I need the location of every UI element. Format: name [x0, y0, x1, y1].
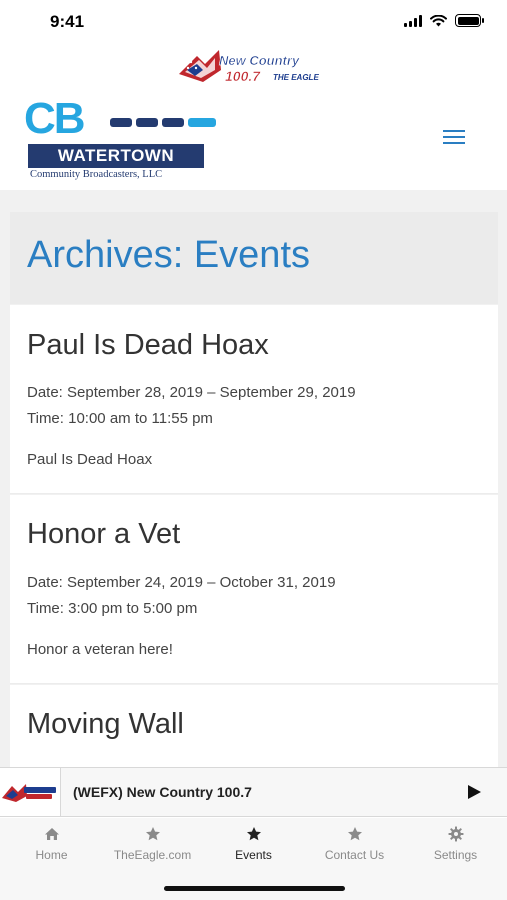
- home-indicator[interactable]: [164, 886, 345, 891]
- cellular-signal-icon: [404, 14, 422, 27]
- brand-mark: CB: [24, 94, 86, 143]
- tab-label: Contact Us: [324, 848, 385, 862]
- station-logo-line3: THE EAGLE: [273, 73, 319, 82]
- station-logo-line1: New Country: [219, 53, 300, 68]
- brand-name: WATERTOWN: [28, 144, 204, 168]
- play-icon[interactable]: [465, 782, 483, 802]
- status-icons: [404, 14, 484, 27]
- event-title[interactable]: Paul Is Dead Hoax: [27, 329, 269, 362]
- player-station-title: (WEFX) New Country 100.7: [73, 784, 252, 800]
- battery-icon: [455, 14, 484, 27]
- event-title[interactable]: Honor a Vet: [27, 518, 180, 551]
- brand-bars-icon: [110, 118, 216, 127]
- tab-label: Home: [35, 848, 68, 862]
- tab-settings[interactable]: Settings: [405, 826, 506, 862]
- event-title[interactable]: Moving Wall: [27, 708, 184, 741]
- event-date: Date: September 24, 2019 – October 31, 2…: [27, 574, 336, 591]
- event-card: Moving Wall: [10, 685, 498, 768]
- brand-tagline: Community Broadcasters, LLC: [30, 169, 163, 180]
- gear-icon: [448, 826, 463, 842]
- event-card: Paul Is Dead Hoax Date: September 28, 20…: [10, 305, 498, 494]
- player-station-thumbnail[interactable]: [0, 768, 61, 816]
- wifi-icon: [430, 14, 447, 26]
- event-time: Time: 3:00 pm to 5:00 pm: [27, 600, 198, 617]
- archive-header: Archives: Events: [10, 212, 498, 304]
- event-card: Honor a Vet Date: September 24, 2019 – O…: [10, 495, 498, 684]
- home-icon: [44, 828, 59, 840]
- station-logo[interactable]: New Country 100.7 THE EAGLE: [175, 44, 335, 88]
- eagle-flag-logo-icon: [2, 784, 56, 802]
- tab-label: TheEagle.com: [113, 848, 192, 862]
- site-header: CB WATERTOWN Community Broadcasters, LLC: [0, 94, 507, 188]
- event-description: Paul Is Dead Hoax: [27, 451, 153, 468]
- status-bar: 9:41: [0, 0, 507, 44]
- star-icon: [145, 827, 160, 841]
- eagle-flag-logo-icon: New Country 100.7 THE EAGLE: [179, 50, 319, 84]
- hamburger-menu-icon[interactable]: [443, 130, 465, 146]
- event-description: Honor a veteran here!: [27, 641, 173, 658]
- tab-home[interactable]: Home: [1, 826, 102, 862]
- page-title: Archives: Events: [27, 234, 310, 276]
- status-time: 9:41: [50, 12, 85, 31]
- audio-player: (WEFX) New Country 100.7: [0, 767, 507, 817]
- tab-label: Settings: [433, 848, 478, 862]
- tab-events[interactable]: Events: [203, 826, 304, 862]
- event-time: Time: 10:00 am to 11:55 pm: [27, 410, 213, 427]
- tab-contact-us[interactable]: Contact Us: [304, 826, 405, 862]
- station-logo-line2: 100.7: [225, 68, 261, 84]
- tab-label: Events: [235, 848, 272, 862]
- star-icon: [246, 827, 261, 841]
- tab-theeagle[interactable]: TheEagle.com: [102, 826, 203, 862]
- star-icon: [347, 827, 362, 841]
- event-date: Date: September 28, 2019 – September 29,…: [27, 384, 356, 401]
- brand-logo[interactable]: CB WATERTOWN Community Broadcasters, LLC: [24, 94, 216, 182]
